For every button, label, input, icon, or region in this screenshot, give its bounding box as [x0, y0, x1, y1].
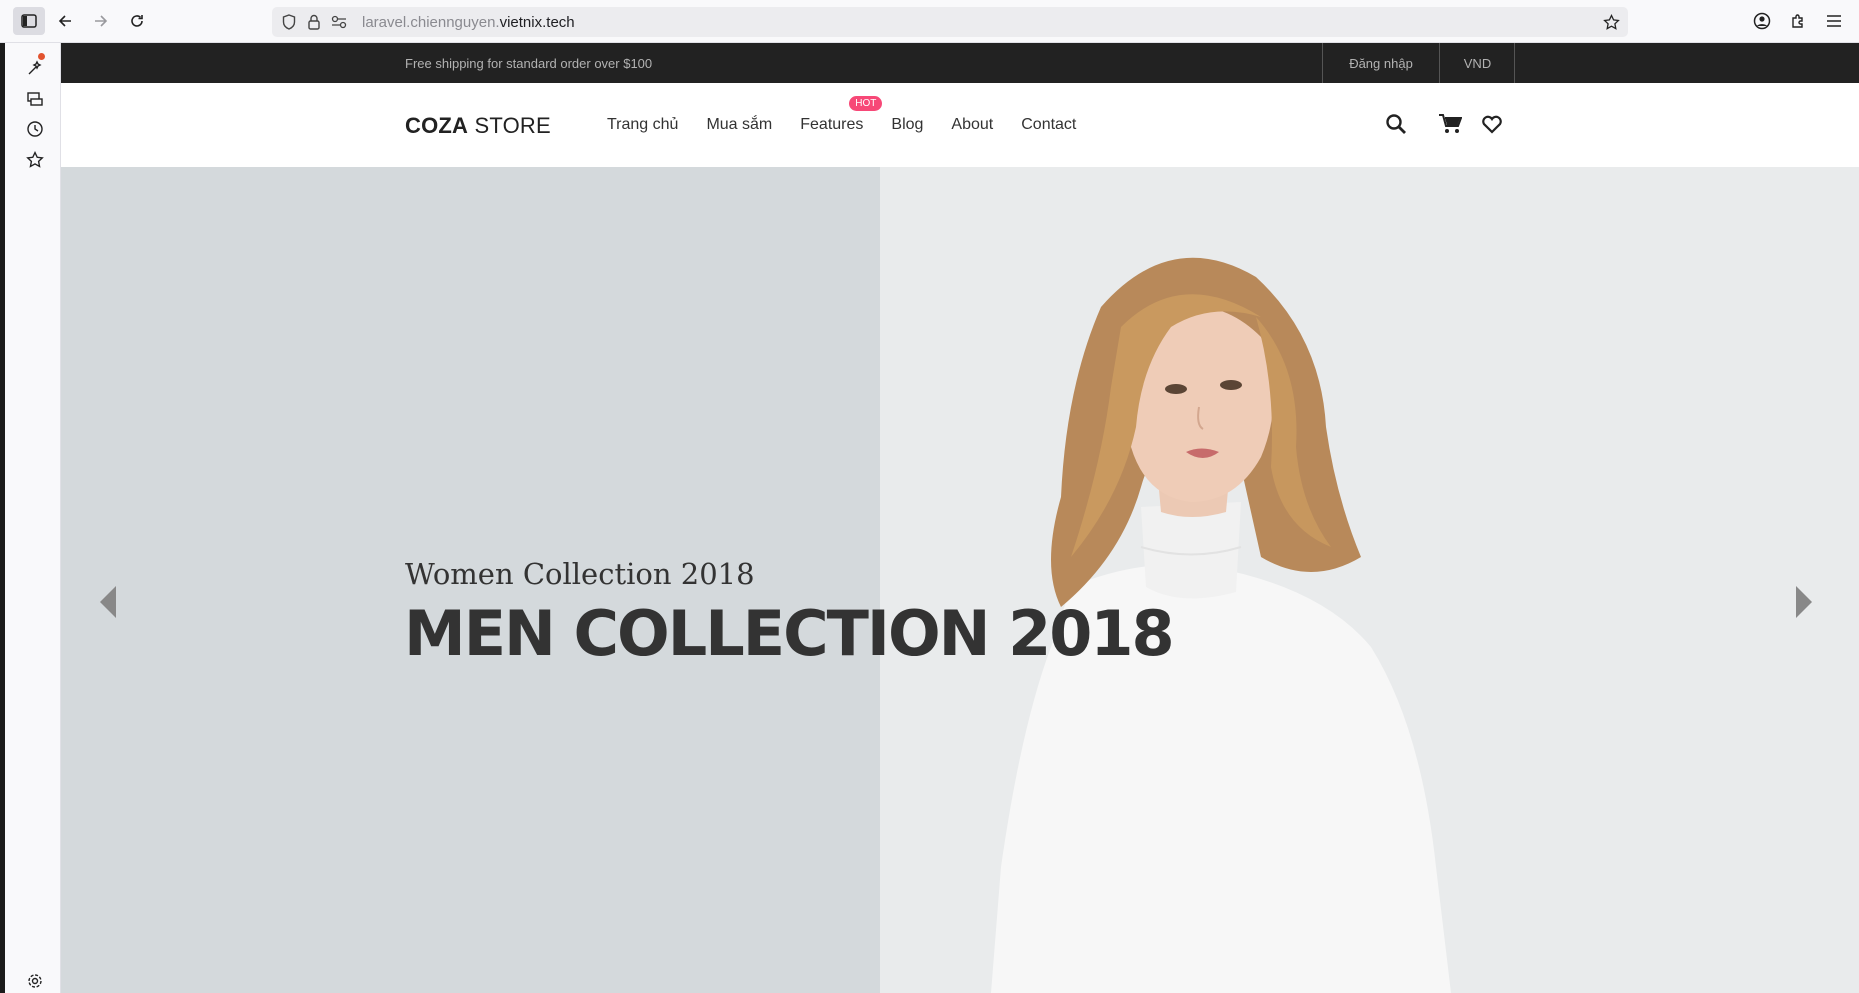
- browser-toolbar: laravel.chiennguyen.vietnix.tech: [0, 0, 1859, 43]
- synced-tabs-icon[interactable]: [24, 88, 46, 110]
- wishlist-heart-icon[interactable]: [1479, 111, 1505, 137]
- hamburger-icon: [1827, 15, 1841, 27]
- shipping-notice: Free shipping for standard order over $1…: [405, 56, 653, 71]
- topbar-divider: [1514, 43, 1515, 83]
- back-button[interactable]: [52, 8, 78, 34]
- menu-item-about[interactable]: About: [951, 116, 993, 134]
- hero-subtitle: Women Collection 2018: [405, 557, 755, 591]
- hero-slider: Women Collection 2018 MEN COLLECTION 201…: [61, 167, 1859, 993]
- account-button[interactable]: [1750, 9, 1774, 33]
- website-viewport: Free shipping for standard order over $1…: [61, 43, 1859, 993]
- sidebar-toggle-button[interactable]: [13, 7, 45, 35]
- menu-item-features-label: Features: [800, 116, 864, 133]
- top-bar: Free shipping for standard order over $1…: [61, 43, 1859, 83]
- caret-left-icon: [100, 586, 116, 618]
- currency-selector[interactable]: VND: [1439, 43, 1515, 83]
- forward-button[interactable]: [88, 8, 114, 34]
- menu-item-blog[interactable]: Blog: [891, 116, 923, 134]
- reload-icon: [131, 15, 143, 27]
- main-menu: Trang chủ Mua sắm Features HOT Blog About…: [607, 96, 1104, 134]
- login-link[interactable]: Đăng nhập: [1322, 43, 1439, 83]
- lock-icon[interactable]: [305, 13, 323, 31]
- shield-icon[interactable]: [280, 13, 298, 31]
- puzzle-icon: [1792, 14, 1803, 28]
- history-icon[interactable]: [24, 118, 46, 140]
- url-text: laravel.chiennguyen.vietnix.tech: [362, 14, 575, 31]
- menu-item-features[interactable]: Features HOT: [800, 96, 883, 134]
- search-icon[interactable]: [1383, 111, 1409, 137]
- hero-model-image: [991, 257, 1451, 993]
- caret-right-icon: [1796, 586, 1812, 618]
- arrow-left-icon: [58, 15, 71, 27]
- hero-title: MEN COLLECTION 2018: [404, 597, 1175, 670]
- address-bar[interactable]: laravel.chiennguyen.vietnix.tech: [272, 7, 1628, 37]
- app-menu-button[interactable]: [1822, 9, 1846, 33]
- store-logo[interactable]: COZA STORE: [405, 113, 551, 139]
- menu-item-contact[interactable]: Contact: [1021, 116, 1076, 134]
- browser-sidebar: [5, 43, 61, 993]
- notification-dot: [38, 53, 45, 60]
- slider-prev-arrow[interactable]: [93, 582, 123, 622]
- ai-chatbot-icon[interactable]: [24, 57, 46, 79]
- sidebar-icon: [21, 14, 37, 28]
- menu-item-home[interactable]: Trang chủ: [607, 116, 678, 134]
- extensions-button[interactable]: [1786, 9, 1810, 33]
- slider-next-arrow[interactable]: [1789, 582, 1819, 622]
- account-icon: [1753, 12, 1771, 30]
- menu-item-shop[interactable]: Mua sắm: [706, 116, 772, 134]
- site-header: COZA STORE Trang chủ Mua sắm Features HOT…: [61, 83, 1859, 167]
- hot-badge: HOT: [849, 96, 883, 111]
- arrow-right-icon: [95, 15, 108, 27]
- reload-button[interactable]: [124, 8, 150, 34]
- cart-icon[interactable]: [1437, 111, 1463, 137]
- site-permissions-icon[interactable]: [330, 13, 348, 31]
- bookmarks-icon[interactable]: [24, 149, 46, 171]
- settings-gear-icon[interactable]: [24, 970, 46, 992]
- bookmark-star-icon[interactable]: [1602, 13, 1620, 31]
